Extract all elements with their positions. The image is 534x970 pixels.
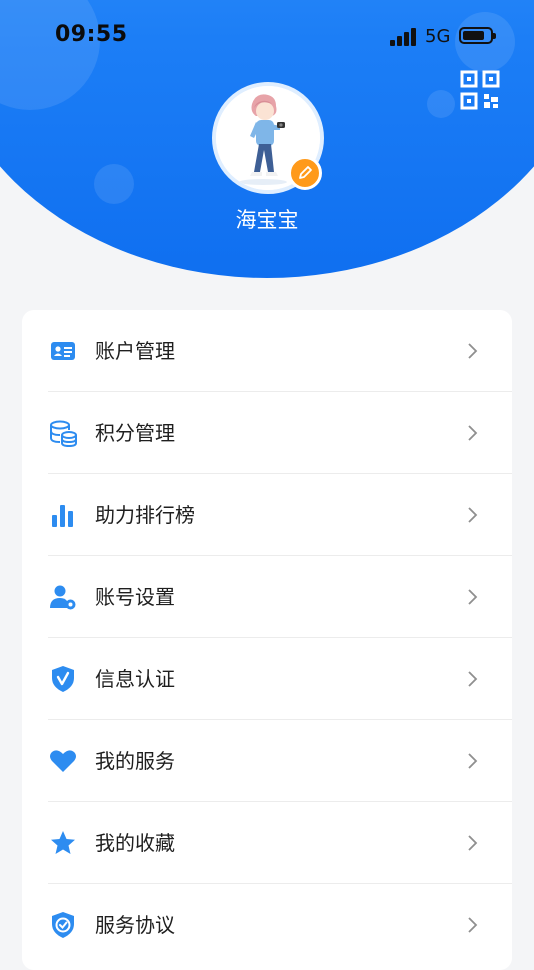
shield-check-icon (52, 666, 74, 692)
battery-icon (459, 27, 496, 44)
chevron-right-icon (468, 917, 478, 933)
menu-item-my-favorites[interactable]: 我的收藏 (22, 802, 512, 884)
chevron-right-icon (468, 835, 478, 851)
user-settings-icon (50, 585, 76, 610)
menu-item-label: 我的服务 (95, 749, 175, 773)
profile-header: 09:55 5G 海宝宝 (0, 0, 534, 300)
pencil-icon (299, 166, 312, 179)
heart-icon (50, 750, 76, 772)
id-card-icon (51, 342, 75, 360)
signal-icon (390, 28, 418, 46)
battery-level-fill (463, 31, 484, 40)
status-time: 09:55 (55, 22, 128, 47)
menu-item-label: 服务协议 (95, 913, 175, 937)
network-type: 5G (425, 26, 451, 47)
menu-card: 账户管理 积分管理 助力排行榜 账号设置 信息认证 我的服务 我的收藏 服务协议 (22, 310, 512, 970)
menu-item-account-settings[interactable]: 账号设置 (22, 556, 512, 638)
status-bar: 09:55 5G (0, 18, 534, 54)
menu-item-service-agreement[interactable]: 服务协议 (22, 884, 512, 966)
menu-item-verification[interactable]: 信息认证 (22, 638, 512, 720)
chevron-right-icon (468, 671, 478, 687)
menu-item-points-management[interactable]: 积分管理 (22, 392, 512, 474)
star-icon (51, 831, 75, 854)
decorative-bubble (94, 164, 134, 204)
username: 海宝宝 (235, 208, 299, 232)
chevron-right-icon (468, 425, 478, 441)
chevron-right-icon (468, 507, 478, 523)
menu-item-ranking[interactable]: 助力排行榜 (22, 474, 512, 556)
chevron-right-icon (468, 589, 478, 605)
menu-item-label: 我的收藏 (95, 831, 175, 855)
database-coins-icon (50, 420, 77, 448)
menu-item-label: 信息认证 (95, 667, 175, 691)
menu-item-label: 积分管理 (95, 421, 175, 445)
menu-item-account-management[interactable]: 账户管理 (22, 310, 512, 392)
decorative-bubble (427, 90, 455, 118)
menu-item-label: 助力排行榜 (95, 503, 195, 527)
chevron-right-icon (468, 753, 478, 769)
menu-item-my-services[interactable]: 我的服务 (22, 720, 512, 802)
menu-item-label: 账户管理 (95, 339, 175, 363)
bar-chart-icon (52, 505, 73, 527)
menu-item-label: 账号设置 (95, 585, 175, 609)
qr-code-icon[interactable] (460, 70, 500, 110)
edit-avatar-button[interactable] (288, 156, 322, 190)
chevron-right-icon (468, 343, 478, 359)
shield-check-icon (52, 912, 74, 938)
